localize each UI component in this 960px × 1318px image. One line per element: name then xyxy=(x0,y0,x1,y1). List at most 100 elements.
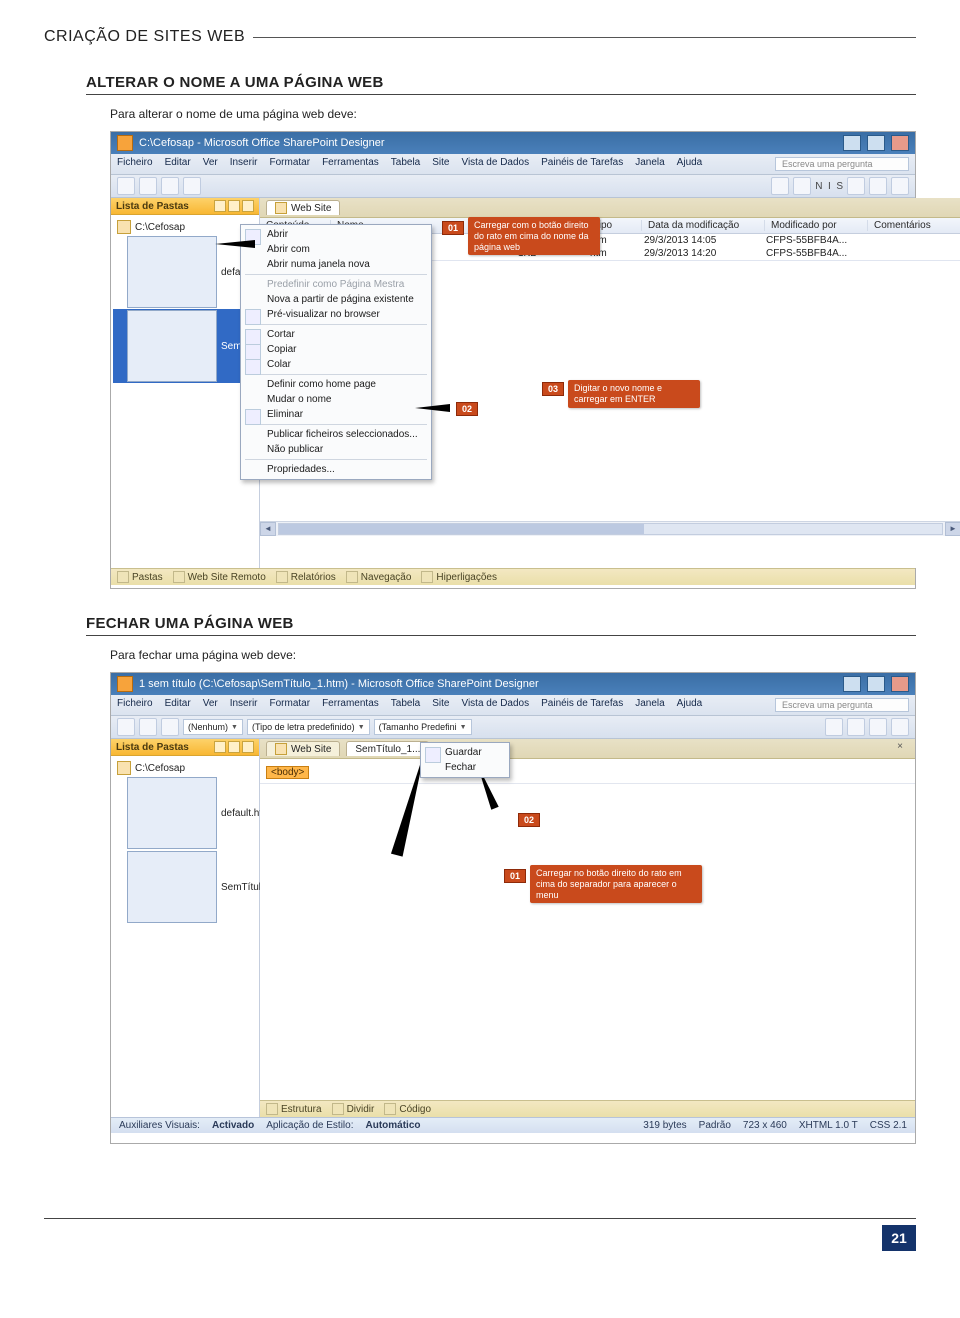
view-tab-remoto[interactable]: Web Site Remoto xyxy=(173,571,266,583)
doc-header-rule xyxy=(253,37,916,38)
body-tag-breadcrumb[interactable]: <body> xyxy=(266,766,309,779)
view-dividir[interactable]: Dividir xyxy=(332,1103,375,1115)
panel-button[interactable] xyxy=(228,741,240,753)
ctx-pre-visualizar[interactable]: Pré-visualizar no browser xyxy=(241,307,431,322)
menu-item[interactable]: Painéis de Tarefas xyxy=(541,157,623,171)
panel-button[interactable] xyxy=(214,200,226,212)
menu-item[interactable]: Ajuda xyxy=(677,157,703,171)
help-search-box[interactable]: Escreva uma pergunta xyxy=(775,157,909,171)
menu-item[interactable]: Ver xyxy=(203,157,218,171)
menu-item[interactable]: Ficheiro xyxy=(117,157,153,171)
tree-root[interactable]: C:\Cefosap xyxy=(113,760,257,776)
menu-item[interactable]: Ajuda xyxy=(677,698,703,712)
ctx-colar[interactable]: Colar xyxy=(241,357,431,372)
toolbar-button[interactable] xyxy=(161,718,179,736)
browser-icon xyxy=(245,309,261,325)
view-tab-relatorios[interactable]: Relatórios xyxy=(276,571,336,583)
menu-item[interactable]: Tabela xyxy=(391,157,420,171)
panel-button[interactable] xyxy=(214,741,226,753)
col-comentarios[interactable]: Comentários xyxy=(868,220,960,231)
menu-item[interactable]: Formatar xyxy=(270,698,311,712)
view-tab-navegacao[interactable]: Navegação xyxy=(346,571,412,583)
view-estrutura[interactable]: Estrutura xyxy=(266,1103,322,1115)
minimize-button[interactable] xyxy=(843,135,861,151)
tree-item[interactable]: SemTítulo_1.htm xyxy=(113,850,257,924)
ctx-mudar-nome[interactable]: Mudar o nome xyxy=(241,392,431,407)
toolbar-button[interactable] xyxy=(891,718,909,736)
view-tab-hiperligacoes[interactable]: Hiperligações xyxy=(421,571,497,583)
close-button[interactable] xyxy=(891,135,909,151)
tab-close-icon[interactable]: × xyxy=(891,741,909,756)
panel-close-icon[interactable] xyxy=(242,741,254,753)
ctx-home-page[interactable]: Definir como home page xyxy=(241,377,431,392)
ctx-nova-janela[interactable]: Abrir numa janela nova xyxy=(241,257,431,272)
toolbar-button[interactable] xyxy=(139,177,157,195)
ctx-guardar[interactable]: Guardar xyxy=(421,745,509,760)
tree-item-selected[interactable]: SemTítulo_1.htm xyxy=(113,309,257,383)
ctx-abrir[interactable]: Abrir xyxy=(241,227,431,242)
ctx-propriedades[interactable]: Propriedades... xyxy=(241,462,431,477)
menu-item[interactable]: Formatar xyxy=(270,157,311,171)
menu-item[interactable]: Tabela xyxy=(391,698,420,712)
font-combo[interactable]: (Tipo de letra predefinido)▼ xyxy=(247,719,370,735)
menu-item[interactable]: Vista de Dados xyxy=(461,157,529,171)
horizontal-scrollbar[interactable]: ◄ ► xyxy=(260,521,960,536)
menu-item[interactable]: Ferramentas xyxy=(322,157,379,171)
maximize-button[interactable] xyxy=(867,135,885,151)
view-tab-pastas[interactable]: Pastas xyxy=(117,571,163,583)
toolbar-button[interactable] xyxy=(771,177,789,195)
menu-item[interactable]: Ver xyxy=(203,698,218,712)
col-modificado[interactable]: Modificado por xyxy=(765,220,868,231)
menu-item[interactable]: Inserir xyxy=(230,698,258,712)
style-combo[interactable]: (Nenhum)▼ xyxy=(183,719,243,735)
panel-close-icon[interactable] xyxy=(242,200,254,212)
toolbar-button[interactable] xyxy=(793,177,811,195)
content-panel: Web Site SemTítulo_1... × <body> Guardar xyxy=(260,739,915,1117)
toolbar-button[interactable] xyxy=(847,718,865,736)
ctx-publicar[interactable]: Publicar ficheiros seleccionados... xyxy=(241,427,431,442)
help-search-box[interactable]: Escreva uma pergunta xyxy=(775,698,909,712)
close-button[interactable] xyxy=(891,676,909,692)
ctx-nova-existente[interactable]: Nova a partir de página existente xyxy=(241,292,431,307)
minimize-button[interactable] xyxy=(843,676,861,692)
toolbar-button[interactable] xyxy=(183,177,201,195)
tab-web-site[interactable]: Web Site xyxy=(266,741,340,756)
menu-item[interactable]: Janela xyxy=(635,698,664,712)
ctx-fechar[interactable]: Fechar xyxy=(421,760,509,775)
scroll-right-icon[interactable]: ► xyxy=(945,522,960,536)
tab-web-site[interactable]: Web Site xyxy=(266,200,340,215)
menu-item[interactable]: Ferramentas xyxy=(322,698,379,712)
toolbar-button[interactable] xyxy=(117,177,135,195)
toolbar-button[interactable] xyxy=(891,177,909,195)
toolbar-button[interactable] xyxy=(847,177,865,195)
menu-item[interactable]: Site xyxy=(432,157,449,171)
menu-item[interactable]: Vista de Dados xyxy=(461,698,529,712)
menu-item[interactable]: Janela xyxy=(635,157,664,171)
toolbar-button[interactable] xyxy=(869,718,887,736)
ctx-copiar[interactable]: Copiar xyxy=(241,342,431,357)
tree-item[interactable]: default.htm xyxy=(113,776,257,850)
col-data[interactable]: Data da modificação xyxy=(642,220,765,231)
menu-item[interactable]: Painéis de Tarefas xyxy=(541,698,623,712)
menu-item[interactable]: Inserir xyxy=(230,157,258,171)
toolbar-button[interactable] xyxy=(139,718,157,736)
toolbar-button[interactable] xyxy=(825,718,843,736)
ctx-eliminar[interactable]: Eliminar xyxy=(241,407,431,422)
tree-root[interactable]: C:\Cefosap xyxy=(113,219,257,235)
ctx-abrir-com[interactable]: Abrir com xyxy=(241,242,431,257)
ctx-cortar[interactable]: Cortar xyxy=(241,327,431,342)
callout-01: Carregar no botão direito do rato em cim… xyxy=(530,865,702,903)
menu-item[interactable]: Ficheiro xyxy=(117,698,153,712)
toolbar-button[interactable] xyxy=(117,718,135,736)
toolbar-button[interactable] xyxy=(869,177,887,195)
menu-item[interactable]: Editar xyxy=(165,157,191,171)
scroll-left-icon[interactable]: ◄ xyxy=(260,522,276,536)
ctx-nao-publicar[interactable]: Não publicar xyxy=(241,442,431,457)
panel-button[interactable] xyxy=(228,200,240,212)
menu-item[interactable]: Site xyxy=(432,698,449,712)
menu-item[interactable]: Editar xyxy=(165,698,191,712)
view-codigo[interactable]: Código xyxy=(384,1103,431,1115)
size-combo[interactable]: (Tamanho Predefini▼ xyxy=(374,719,472,735)
toolbar-button[interactable] xyxy=(161,177,179,195)
maximize-button[interactable] xyxy=(867,676,885,692)
